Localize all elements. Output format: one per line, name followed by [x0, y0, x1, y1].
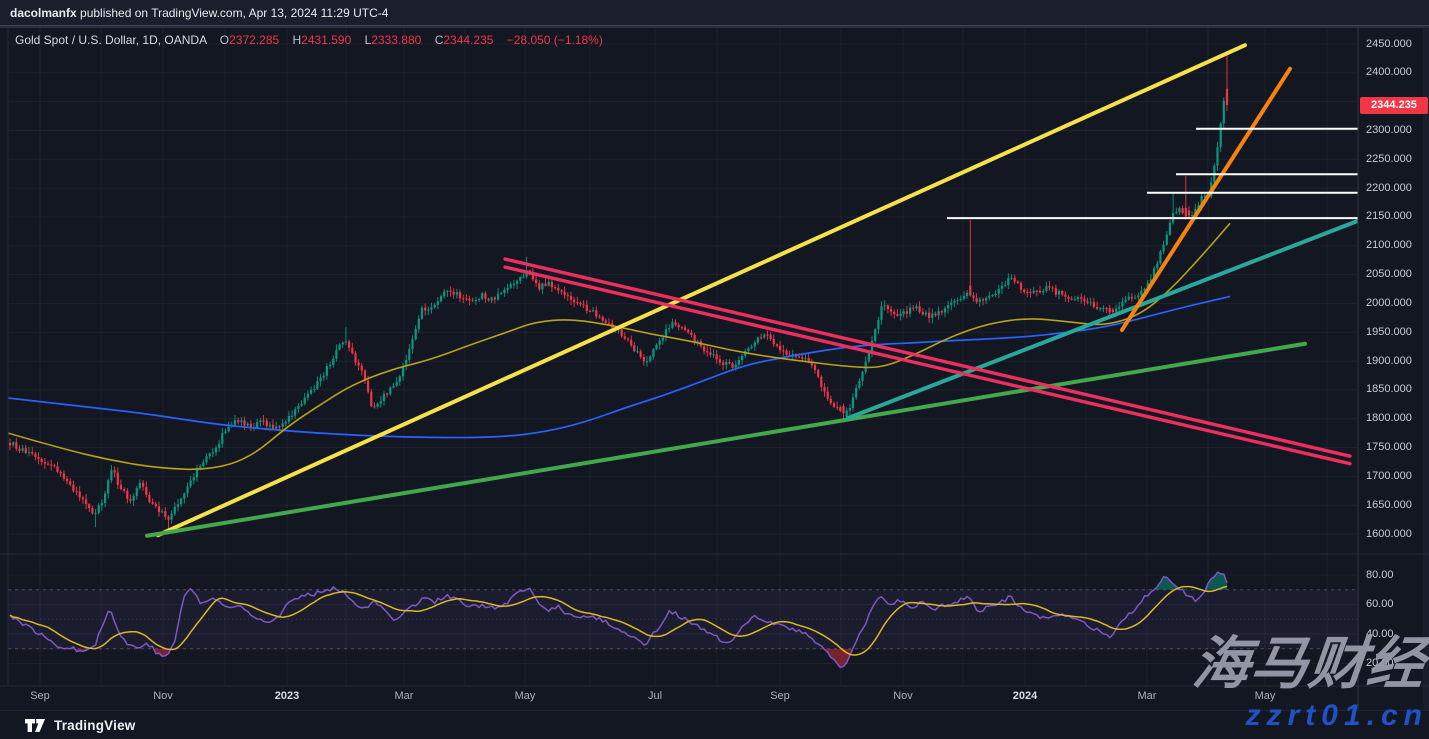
time-tick-label: Nov [153, 690, 173, 702]
time-tick-label: Nov [893, 690, 913, 702]
trendline-uptrend-yellow[interactable] [158, 45, 1245, 535]
price-tick-label: 2100.000 [1366, 239, 1412, 251]
ma-yellow-line[interactable] [8, 223, 1230, 469]
price-tick-label: 2050.000 [1366, 268, 1412, 280]
price-tick-label: 2400.000 [1366, 66, 1412, 78]
up-wicks [13, 97, 1224, 527]
time-tick-label: 2023 [275, 690, 299, 702]
ohlc-close-value: 2344.235 [443, 33, 493, 47]
down-bodies [10, 89, 1227, 520]
rsi-tick-label: 80.00 [1366, 569, 1394, 581]
axis-edge-strip [1423, 27, 1429, 710]
price-tick-label: 2300.000 [1366, 124, 1412, 136]
symbol-title: Gold Spot / U.S. Dollar, 1D, OANDA [15, 33, 206, 47]
time-tick-label: Mar [395, 690, 414, 702]
price-tick-label: 2000.000 [1366, 297, 1412, 309]
ohlc-low-value: 2333.880 [371, 33, 421, 47]
time-tick-label: Mar [1138, 690, 1157, 702]
trendline-downtrend-pink-b[interactable] [505, 267, 1350, 464]
ohlc-open-label: O [220, 33, 229, 47]
price-tick-label: 2200.000 [1366, 182, 1412, 194]
chart-canvas[interactable] [0, 0, 1429, 739]
rsi-tick-label: 60.00 [1366, 598, 1394, 610]
tradingview-brand-text[interactable]: TradingView [54, 718, 135, 733]
price-tick-label: 1950.000 [1366, 326, 1412, 338]
watermark-cjk: 海马财经 [1190, 636, 1428, 693]
attribution-bar: TradingView [0, 710, 1429, 739]
publish-info-bar: dacolmanfx published on TradingView.com,… [0, 0, 1429, 26]
ohlc-open-value: 2372.285 [229, 33, 279, 47]
price-tick-label: 1700.000 [1366, 470, 1412, 482]
price-tick-label: 1600.000 [1366, 528, 1412, 540]
price-tick-label: 2150.000 [1366, 210, 1412, 222]
last-price-label: 2344.235 [1360, 97, 1428, 114]
time-tick-label: Sep [770, 690, 790, 702]
symbol-legend[interactable]: Gold Spot / U.S. Dollar, 1D, OANDA O2372… [15, 33, 603, 47]
time-tick-label: May [515, 690, 536, 702]
trendline-support-teal[interactable] [848, 219, 1362, 418]
tradingview-published-chart: dacolmanfx published on TradingView.com,… [0, 0, 1429, 739]
price-tick-label: 1650.000 [1366, 499, 1412, 511]
watermark-domain: zzrt01.cn [1246, 701, 1428, 731]
price-tick-label: 1850.000 [1366, 383, 1412, 395]
change-value: −28.050 (−1.18%) [507, 33, 603, 47]
publish-username: dacolmanfx [10, 6, 77, 20]
grid-lines [8, 27, 1358, 686]
time-tick-label: Jul [648, 690, 662, 702]
price-tick-label: 2450.000 [1366, 38, 1412, 50]
tradingview-logo-icon[interactable] [24, 718, 46, 733]
time-tick-label: Sep [30, 690, 50, 702]
ohlc-high-label: H [293, 33, 302, 47]
ohlc-high-value: 2431.590 [301, 33, 351, 47]
publish-info-text: published on TradingView.com, Apr 13, 20… [77, 6, 389, 20]
price-tick-label: 1750.000 [1366, 441, 1412, 453]
price-tick-label: 1900.000 [1366, 355, 1412, 367]
ma-blue-line[interactable] [8, 297, 1230, 438]
price-tick-label: 1800.000 [1366, 412, 1412, 424]
time-tick-label: 2024 [1013, 690, 1037, 702]
price-tick-label: 2250.000 [1366, 153, 1412, 165]
